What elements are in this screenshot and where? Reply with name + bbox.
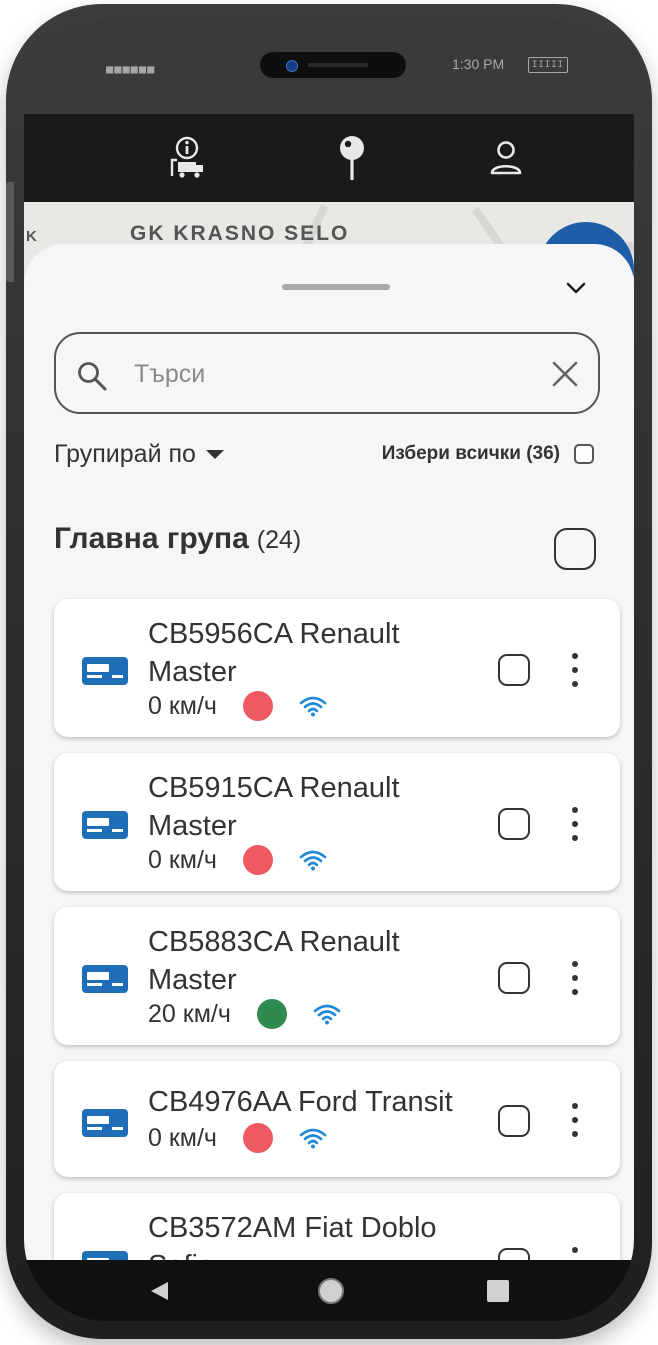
status-dot-moving — [256, 999, 287, 1029]
select-all[interactable]: Избери всички (36) — [382, 434, 594, 474]
phone-frame: ■■■■■■ 1:30 PM IIIII K GK KRASNO SELO Тъ… — [6, 4, 652, 1339]
more-options-icon[interactable] — [564, 1103, 586, 1137]
vehicle-checkbox[interactable] — [498, 808, 530, 840]
vehicle-card[interactable]: CB5883CA Renault Master 20 км/ч — [54, 907, 620, 1045]
vehicle-checkbox[interactable] — [498, 962, 530, 994]
user-icon — [490, 141, 522, 175]
vehicle-device-icon — [82, 965, 128, 993]
vehicle-card[interactable]: CB3572AM Fiat Doblo Sofia — [54, 1193, 620, 1260]
chevron-down-icon — [566, 282, 586, 294]
side-button — [6, 182, 14, 282]
status-dot-offline — [242, 691, 273, 721]
vehicle-meta: 0 км/ч — [148, 691, 327, 721]
tab-vehicle-info[interactable] — [160, 132, 212, 184]
search-box — [54, 332, 600, 414]
vehicle-speed: 0 км/ч — [148, 1123, 217, 1152]
vehicle-card[interactable]: CB4976AA Ford Transit 0 км/ч — [54, 1061, 620, 1177]
more-options-icon[interactable] — [564, 961, 586, 995]
vehicle-bottom-sheet: Групирай по Избери всички (36) Главна гр… — [24, 244, 634, 1260]
caret-down-icon — [205, 449, 224, 459]
app-top-bar — [24, 114, 634, 202]
vehicle-info-icon — [170, 136, 203, 178]
tab-map[interactable] — [326, 132, 378, 184]
more-options-icon[interactable] — [564, 653, 586, 687]
vehicle-device-icon — [82, 1109, 128, 1137]
group-title: Главна група — [54, 522, 249, 555]
group-by-dropdown[interactable]: Групирай по — [54, 434, 224, 474]
signal-indicator: ■■■■■■ — [106, 62, 156, 76]
vehicle-speed: 0 км/ч — [148, 691, 217, 720]
vehicle-checkbox[interactable] — [498, 1105, 530, 1137]
vehicle-name: CB4976AA Ford Transit — [148, 1086, 453, 1118]
map-district-label: GK KRASNO SELO — [130, 222, 350, 245]
vehicle-speed: 20 км/ч — [148, 999, 231, 1028]
select-all-label: Избери всички (36) — [381, 443, 560, 464]
back-icon[interactable] — [148, 1280, 170, 1302]
vehicle-name: CB5956CA Renault Master — [148, 618, 400, 688]
search-input[interactable] — [132, 352, 516, 396]
vehicle-checkbox[interactable] — [498, 1248, 530, 1260]
map-label-fragment: K — [26, 228, 37, 245]
speaker-grill — [308, 63, 368, 67]
wifi-icon — [299, 849, 327, 871]
select-all-checkbox[interactable] — [574, 444, 594, 464]
front-camera — [286, 60, 298, 72]
home-icon[interactable] — [316, 1276, 346, 1306]
vehicle-name: CB5915CA Renault Master — [148, 772, 400, 842]
more-options-icon[interactable] — [564, 1247, 586, 1260]
sheet-drag-handle[interactable] — [282, 284, 390, 290]
vehicle-meta: 0 км/ч — [148, 1123, 327, 1153]
wifi-icon — [299, 695, 327, 717]
vehicle-card[interactable]: CB5956CA Renault Master 0 км/ч — [54, 599, 620, 737]
group-by-label: Групирай по — [54, 439, 196, 468]
clear-search-icon[interactable] — [550, 359, 580, 389]
collapse-sheet-button[interactable] — [560, 276, 592, 300]
earpiece — [260, 52, 406, 78]
status-dot-offline — [242, 1123, 273, 1153]
tab-profile[interactable] — [480, 132, 532, 184]
wifi-icon — [313, 1003, 341, 1025]
vehicle-meta: 0 км/ч — [148, 845, 327, 875]
vehicle-device-icon — [82, 811, 128, 839]
battery-icon: IIIII — [528, 57, 568, 73]
group-header: Главна група (24) — [54, 522, 301, 572]
system-nav-bar — [24, 1260, 634, 1321]
clock: 1:30 PM — [452, 56, 505, 72]
recents-icon[interactable] — [486, 1279, 510, 1303]
vehicle-checkbox[interactable] — [498, 654, 530, 686]
vehicle-card[interactable]: CB5915CA Renault Master 0 км/ч — [54, 753, 620, 891]
map-pin-icon — [340, 136, 364, 180]
vehicle-name: CB5883CA Renault Master — [148, 926, 400, 996]
vehicle-name: CB3572AM Fiat Doblo Sofia — [148, 1212, 437, 1260]
vehicle-device-icon — [82, 657, 128, 685]
search-icon — [78, 362, 107, 391]
vehicle-device-icon — [82, 1251, 128, 1260]
vehicle-speed: 0 км/ч — [148, 845, 217, 874]
more-options-icon[interactable] — [564, 807, 586, 841]
status-bar: ■■■■■■ 1:30 PM IIIII — [24, 22, 634, 114]
status-dot-offline — [242, 845, 273, 875]
wifi-icon — [299, 1127, 327, 1149]
vehicle-meta: 20 км/ч — [148, 999, 341, 1029]
group-count: (24) — [256, 526, 302, 554]
phone-screen: ■■■■■■ 1:30 PM IIIII K GK KRASNO SELO Тъ… — [24, 22, 634, 1321]
group-checkbox[interactable] — [554, 528, 596, 570]
